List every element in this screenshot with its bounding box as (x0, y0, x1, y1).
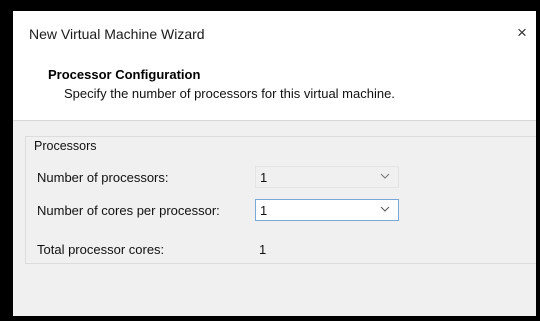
screen-frame: New Virtual Machine Wizard × Processor C… (0, 0, 540, 321)
cores-per-processor-label: Number of cores per processor: (37, 203, 220, 218)
window-title: New Virtual Machine Wizard (29, 26, 205, 42)
wizard-header: Processor Configuration Specify the numb… (13, 51, 536, 118)
wizard-window: New Virtual Machine Wizard × Processor C… (13, 11, 536, 316)
chevron-down-icon (380, 206, 390, 212)
wizard-body: Processors Number of processors: 1 Numbe… (13, 120, 536, 316)
page-subtitle: Specify the number of processors for thi… (64, 86, 395, 101)
cores-per-processor-select[interactable]: 1 (255, 199, 399, 221)
cores-per-processor-value: 1 (260, 203, 268, 218)
page-title: Processor Configuration (48, 67, 201, 82)
total-cores-label: Total processor cores: (37, 242, 165, 257)
num-processors-select[interactable]: 1 (255, 166, 399, 188)
chevron-down-icon (380, 173, 390, 179)
processors-group-label: Processors (34, 139, 99, 153)
num-processors-label: Number of processors: (37, 170, 169, 185)
title-bar: New Virtual Machine Wizard × (13, 11, 536, 51)
close-icon[interactable]: × (512, 23, 532, 43)
total-cores-value: 1 (259, 242, 267, 257)
num-processors-value: 1 (260, 170, 268, 185)
